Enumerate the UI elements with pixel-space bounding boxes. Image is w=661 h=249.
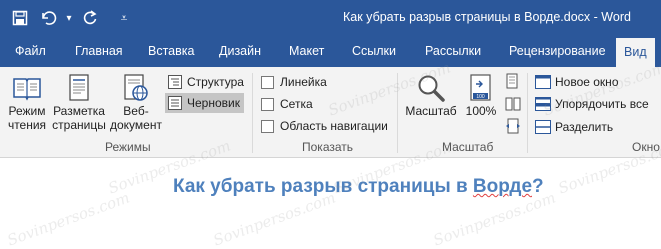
tab-view[interactable]: Вид [616, 38, 655, 67]
ruler-label: Линейка [280, 75, 327, 89]
draft-label: Черновик [187, 96, 240, 110]
zoom-button[interactable]: Масштаб [402, 72, 460, 118]
new-window-label: Новое окно [555, 75, 619, 89]
group-divider [397, 73, 398, 153]
customize-qat-icon[interactable]: ⩡ [112, 7, 136, 29]
read-mode-icon [12, 72, 42, 104]
print-layout-label-1: Разметка [53, 104, 105, 118]
outline-label: Структура [187, 75, 244, 89]
web-layout-label-2: документ [110, 118, 162, 132]
tab-home[interactable]: Главная [75, 37, 123, 67]
tab-insert[interactable]: Вставка [148, 37, 194, 67]
split-icon [535, 119, 551, 135]
views-group-label: Режимы [105, 140, 151, 154]
read-mode-label-1: Режим [8, 104, 46, 118]
split-button[interactable]: Разделить [533, 117, 617, 137]
document-heading-text: Как убрать разрыв страницы в [173, 176, 473, 197]
tab-review[interactable]: Рецензирование [509, 37, 606, 67]
group-divider [252, 73, 253, 153]
multiple-pages-icon[interactable] [505, 96, 521, 112]
arrange-all-button[interactable]: Упорядочить все [533, 94, 653, 114]
document-area: Как убрать разрыв страницы в Ворде? [0, 158, 661, 249]
web-layout-label-1: Веб- [123, 104, 149, 118]
draft-button[interactable]: Черновик [165, 93, 244, 113]
repeat-icon[interactable] [78, 7, 102, 29]
arrange-all-icon [535, 96, 551, 112]
ribbon-tabs: Файл Главная Вставка Дизайн Макет Ссылки… [0, 37, 661, 67]
draft-icon [167, 95, 183, 111]
tab-references[interactable]: Ссылки [352, 37, 396, 67]
ruler-checkbox[interactable]: Линейка [261, 73, 327, 91]
split-label: Разделить [555, 120, 614, 134]
navigation-pane-label: Область навигации [280, 119, 388, 133]
undo-dropdown-icon[interactable]: ▾ [64, 7, 74, 29]
print-layout-label-2: страницы [52, 118, 106, 132]
print-layout-button[interactable]: Разметка страницы [50, 72, 108, 132]
zoom-label: Масштаб [405, 104, 457, 118]
page-width-icon[interactable] [505, 118, 521, 134]
document-page[interactable]: Как убрать разрыв страницы в Ворде? [0, 158, 661, 249]
gridlines-checkbox[interactable]: Сетка [261, 95, 313, 113]
arrange-all-label: Упорядочить все [555, 97, 649, 111]
web-layout-button[interactable]: Веб- документ [109, 72, 163, 132]
quick-access-toolbar: ▾ ⩡ [8, 7, 136, 29]
document-heading[interactable]: Как убрать разрыв страницы в Ворде? [173, 176, 544, 198]
outline-icon [167, 74, 183, 90]
one-page-icon[interactable] [505, 73, 521, 89]
outline-button[interactable]: Структура [165, 72, 248, 92]
document-heading-suffix: ? [532, 176, 544, 197]
new-window-icon [535, 74, 551, 90]
magnifier-icon [416, 72, 446, 104]
read-mode-label-2: чтения [7, 118, 47, 132]
title-bar: ▾ ⩡ Как убрать разрыв страницы в Ворде.d… [0, 0, 661, 37]
undo-dropdown-glyph: ▾ [66, 12, 72, 24]
window-title: Как убрать разрыв страницы в Ворде.docx … [343, 10, 631, 24]
ribbon-view: Режим чтения Разметка страницы Веб- доку… [0, 67, 661, 158]
tab-mailings[interactable]: Рассылки [425, 37, 481, 67]
save-icon[interactable] [8, 7, 32, 29]
spellcheck-word: Ворде [472, 176, 533, 197]
group-divider [527, 73, 528, 153]
print-layout-icon [66, 72, 92, 104]
window-group-label: Окно [632, 140, 660, 154]
gridlines-checkbox-box [261, 97, 274, 111]
zoom-100-button[interactable]: 100 100% [462, 72, 500, 118]
customize-qat-glyph: ⩡ [120, 10, 128, 25]
undo-icon[interactable] [36, 7, 60, 29]
gridlines-label: Сетка [280, 97, 313, 111]
zoom-group-label: Масштаб [442, 140, 494, 154]
zoom-100-icon: 100 [468, 72, 494, 104]
web-layout-icon [122, 72, 150, 104]
read-mode-button[interactable]: Режим чтения [4, 72, 50, 132]
tab-file[interactable]: Файл [15, 37, 46, 67]
ruler-checkbox-box [261, 75, 274, 89]
navigation-pane-checkbox-box [261, 119, 274, 133]
navigation-pane-checkbox[interactable]: Область навигации [261, 117, 388, 135]
tab-layout[interactable]: Макет [289, 37, 324, 67]
show-group-label: Показать [302, 140, 354, 154]
new-window-button[interactable]: Новое окно [533, 72, 623, 92]
zoom-100-label: 100% [465, 104, 497, 118]
tab-design[interactable]: Дизайн [219, 37, 261, 67]
zoom-100-badge: 100 [476, 94, 485, 100]
